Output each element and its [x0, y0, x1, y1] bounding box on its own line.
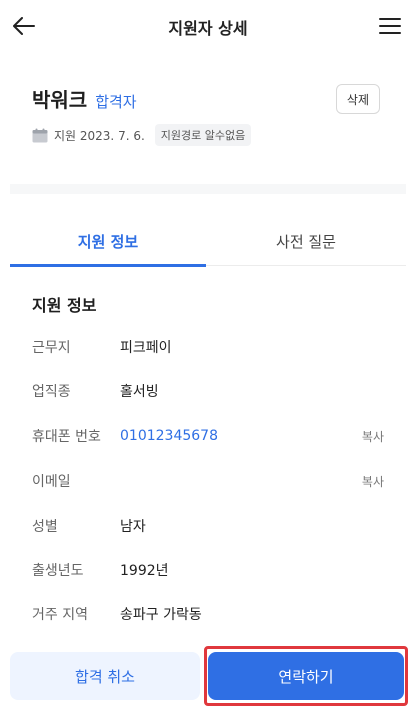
application-meta: 지원 2023. 7. 6. 지원경로 알수없음 [32, 124, 252, 146]
copy-email-button[interactable]: 복사 [362, 473, 384, 490]
applied-date: 지원 2023. 7. 6. [54, 128, 145, 143]
info-value: 1992년 [120, 563, 169, 579]
info-label: 이메일 [32, 474, 71, 490]
info-label: 거주 지역 [32, 607, 88, 623]
contact-button[interactable]: 연락하기 [208, 652, 404, 700]
info-row-workplace: 근무지 피크페이 [32, 335, 384, 359]
info-row-birth-year: 출생년도 1992년 [32, 558, 384, 582]
info-label: 업직종 [32, 384, 71, 400]
top-app-bar: 지원자 상세 [0, 0, 416, 52]
info-value: 남자 [120, 519, 146, 535]
cancel-acceptance-button[interactable]: 합격 취소 [10, 652, 200, 700]
applicant-name: 박워크 [32, 88, 88, 112]
info-label: 성별 [32, 519, 58, 535]
section-divider [10, 184, 406, 194]
tab-bar: 지원 정보 사전 질문 [10, 218, 406, 267]
tab-pre-questions[interactable]: 사전 질문 [206, 218, 406, 264]
calendar-icon [32, 128, 48, 142]
page-title: 지원자 상세 [168, 19, 248, 38]
source-chip: 지원경로 알수없음 [154, 124, 252, 146]
phone-number-link[interactable]: 01012345678 [120, 428, 362, 444]
info-label: 휴대폰 번호 [32, 429, 101, 445]
hamburger-menu-icon [379, 18, 401, 34]
info-row-phone: 휴대폰 번호 01012345678 복사 [32, 424, 384, 448]
menu-button[interactable] [374, 10, 406, 42]
info-row-residence: 거주 지역 송파구 가락동 [32, 602, 384, 626]
bottom-action-bar: 합격 취소 연락하기 [0, 644, 416, 713]
tab-application-info[interactable]: 지원 정보 [10, 218, 206, 267]
section-title: 지원 정보 [32, 296, 97, 315]
info-row-gender: 성별 남자 [32, 514, 384, 538]
info-label: 근무지 [32, 340, 71, 356]
status-badge: 합격자 [95, 93, 137, 111]
delete-button[interactable]: 삭제 [335, 84, 380, 114]
info-value: 송파구 가락동 [120, 607, 202, 623]
info-value: 피크페이 [120, 340, 172, 356]
applicant-profile: 박워크 합격자 삭제 지원 2023. 7. 6. 지원경로 알수없음 [0, 52, 416, 180]
info-label: 출생년도 [32, 563, 84, 579]
name-row: 박워크 합격자 [32, 84, 137, 113]
info-row-job-type: 업직종 홀서빙 [32, 379, 384, 403]
info-value: 홀서빙 [120, 384, 159, 400]
copy-phone-button[interactable]: 복사 [362, 428, 384, 445]
info-row-email: 이메일 복사 [32, 469, 384, 493]
